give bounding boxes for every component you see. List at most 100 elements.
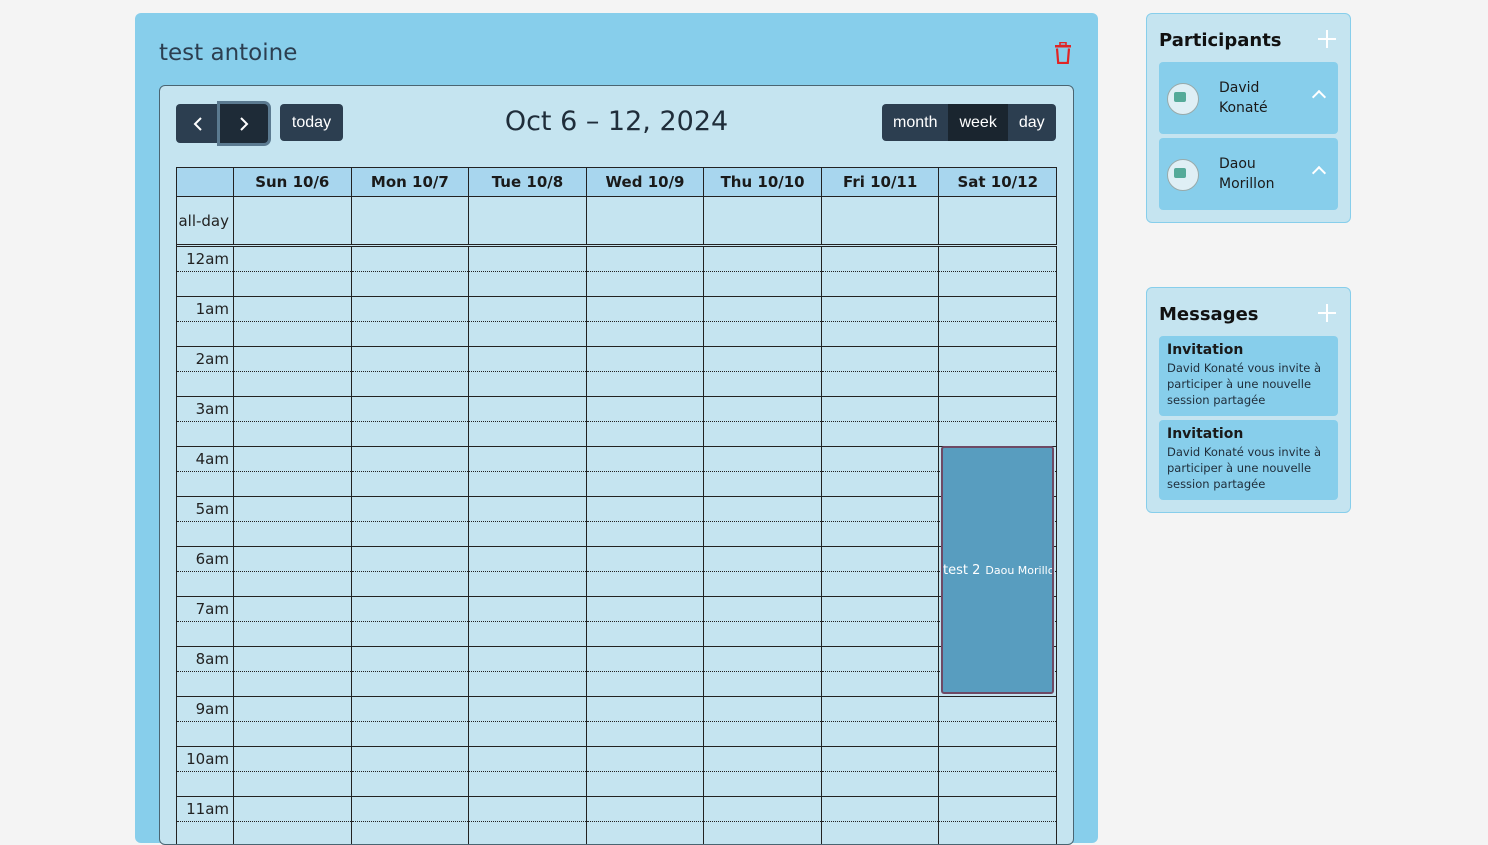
view-month-button[interactable]: month xyxy=(882,104,949,141)
time-slot[interactable] xyxy=(586,597,705,646)
trash-icon[interactable] xyxy=(1054,42,1072,64)
time-slot[interactable] xyxy=(704,397,822,446)
message-item[interactable]: Invitation David Konaté vous invite à pa… xyxy=(1159,336,1338,416)
time-slot[interactable] xyxy=(939,747,1058,796)
time-slot[interactable] xyxy=(821,547,940,596)
time-slot[interactable] xyxy=(234,297,352,346)
allday-cell[interactable] xyxy=(939,197,1058,244)
time-slot[interactable] xyxy=(939,697,1058,746)
time-slot[interactable] xyxy=(704,797,822,844)
message-item[interactable]: Invitation David Konaté vous invite à pa… xyxy=(1159,420,1338,500)
time-slot[interactable] xyxy=(821,647,940,696)
time-slot[interactable] xyxy=(586,797,705,844)
time-slot[interactable] xyxy=(469,797,587,844)
time-slot[interactable] xyxy=(704,547,822,596)
time-slot[interactable] xyxy=(586,647,705,696)
time-slot[interactable] xyxy=(586,447,705,496)
time-slot[interactable] xyxy=(704,247,822,296)
time-slot[interactable] xyxy=(704,447,822,496)
time-slot[interactable] xyxy=(821,297,940,346)
time-slot[interactable] xyxy=(234,447,352,496)
time-slot[interactable] xyxy=(939,397,1058,446)
time-slot[interactable] xyxy=(469,747,587,796)
today-button[interactable]: today xyxy=(280,104,343,141)
time-slot[interactable] xyxy=(821,347,940,396)
time-slot[interactable] xyxy=(351,597,470,646)
time-slot[interactable] xyxy=(351,497,470,546)
time-slot[interactable] xyxy=(469,547,587,596)
time-slot[interactable] xyxy=(704,347,822,396)
time-slot[interactable] xyxy=(234,397,352,446)
add-participant-icon[interactable] xyxy=(1318,30,1336,48)
time-slot[interactable] xyxy=(704,697,822,746)
time-slot[interactable] xyxy=(939,797,1058,844)
time-slot[interactable] xyxy=(351,797,470,844)
time-slot[interactable] xyxy=(234,747,352,796)
time-slot[interactable] xyxy=(469,397,587,446)
time-slot[interactable] xyxy=(234,547,352,596)
time-slot[interactable] xyxy=(821,447,940,496)
time-slot[interactable] xyxy=(821,497,940,546)
time-slot[interactable] xyxy=(939,247,1058,296)
time-slot[interactable] xyxy=(351,697,470,746)
time-slot[interactable] xyxy=(469,347,587,396)
time-slot[interactable] xyxy=(939,347,1058,396)
participant-item[interactable]: Daou Morillon xyxy=(1159,138,1338,210)
time-slot[interactable] xyxy=(351,747,470,796)
time-slot[interactable] xyxy=(469,647,587,696)
time-slot[interactable] xyxy=(469,247,587,296)
time-slot[interactable] xyxy=(704,597,822,646)
chevron-up-icon[interactable] xyxy=(1311,89,1327,105)
allday-cell[interactable] xyxy=(587,197,705,244)
time-slot[interactable] xyxy=(234,347,352,396)
time-slot[interactable] xyxy=(351,297,470,346)
time-slot[interactable] xyxy=(234,647,352,696)
time-slot[interactable] xyxy=(234,497,352,546)
time-slot[interactable] xyxy=(704,647,822,696)
time-slot[interactable] xyxy=(586,697,705,746)
time-slot[interactable] xyxy=(469,697,587,746)
time-slot[interactable] xyxy=(469,297,587,346)
time-slot[interactable] xyxy=(234,597,352,646)
time-slot[interactable] xyxy=(469,447,587,496)
time-slot[interactable] xyxy=(821,697,940,746)
allday-cell[interactable] xyxy=(704,197,822,244)
participant-item[interactable]: David Konaté xyxy=(1159,62,1338,134)
calendar-event[interactable]: test 2 Daou Morillon xyxy=(941,446,1054,694)
time-slot[interactable] xyxy=(469,597,587,646)
time-slot[interactable] xyxy=(351,547,470,596)
allday-cell[interactable] xyxy=(469,197,587,244)
time-slot[interactable] xyxy=(586,497,705,546)
time-slot[interactable] xyxy=(586,247,705,296)
time-slot[interactable] xyxy=(351,647,470,696)
time-slot[interactable] xyxy=(586,347,705,396)
time-slot[interactable] xyxy=(234,797,352,844)
time-slot[interactable] xyxy=(586,297,705,346)
time-slot[interactable] xyxy=(234,247,352,296)
time-slot[interactable] xyxy=(469,497,587,546)
time-slot[interactable] xyxy=(586,747,705,796)
allday-cell[interactable] xyxy=(352,197,470,244)
time-slot[interactable] xyxy=(586,397,705,446)
allday-cell[interactable] xyxy=(822,197,940,244)
time-slot[interactable] xyxy=(821,397,940,446)
next-week-button[interactable] xyxy=(220,104,268,143)
time-slot[interactable] xyxy=(821,597,940,646)
time-slot[interactable] xyxy=(704,747,822,796)
add-message-icon[interactable] xyxy=(1318,304,1336,322)
time-slot[interactable] xyxy=(351,347,470,396)
time-slot[interactable] xyxy=(939,297,1058,346)
time-slot[interactable] xyxy=(821,747,940,796)
time-slot[interactable] xyxy=(821,797,940,844)
time-slot[interactable] xyxy=(351,397,470,446)
time-slot[interactable] xyxy=(351,247,470,296)
allday-cell[interactable] xyxy=(234,197,352,244)
chevron-up-icon[interactable] xyxy=(1311,165,1327,181)
time-slot[interactable] xyxy=(234,697,352,746)
time-slot[interactable] xyxy=(704,297,822,346)
time-slot[interactable] xyxy=(821,247,940,296)
time-slot[interactable] xyxy=(351,447,470,496)
view-day-button[interactable]: day xyxy=(1007,104,1056,141)
time-slot[interactable] xyxy=(704,497,822,546)
prev-week-button[interactable] xyxy=(176,104,220,143)
